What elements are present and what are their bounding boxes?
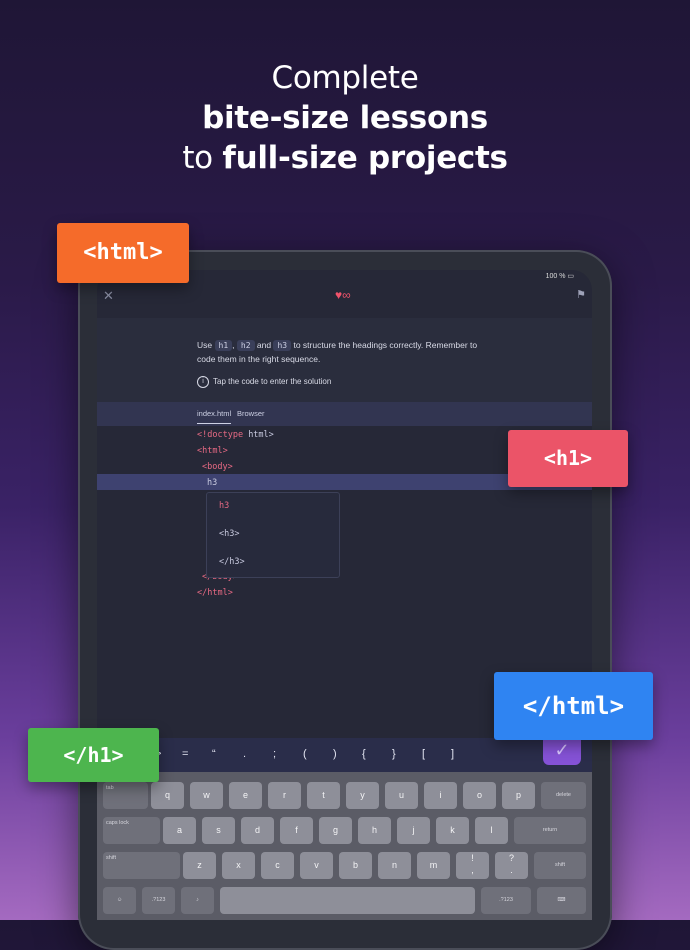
symbol-key[interactable]: . — [243, 748, 246, 760]
symbol-key[interactable]: = — [182, 748, 188, 760]
key[interactable]: t — [307, 782, 340, 809]
emoji-icon: ☺ — [116, 897, 123, 903]
symbol-key[interactable]: “ — [212, 748, 216, 760]
sticker-html-open: <html> — [57, 223, 189, 283]
key[interactable]: s — [202, 817, 235, 844]
key-tab[interactable]: tab — [103, 782, 148, 809]
key[interactable]: i — [424, 782, 457, 809]
suggestion-item[interactable]: </h3> — [219, 557, 245, 567]
key[interactable]: j — [397, 817, 430, 844]
sticker-h1-close: </h1> — [28, 728, 159, 782]
key-space[interactable] — [220, 887, 475, 914]
chip-h2: h2 — [236, 340, 255, 351]
autocomplete-popup: h3 <h3> </h3> — [206, 492, 340, 578]
tab-browser[interactable]: Browser — [237, 409, 265, 418]
hero-line-2: bite-size lessons — [202, 100, 488, 136]
key[interactable]: c — [261, 852, 294, 879]
heart-infinity-icon: ♥∞ — [335, 288, 351, 302]
key-emoji[interactable]: ☺ — [103, 887, 136, 914]
key[interactable]: n — [378, 852, 411, 879]
key[interactable]: m — [417, 852, 450, 879]
tip-text: i Tap the code to enter the solution — [197, 376, 331, 388]
key[interactable]: o — [463, 782, 496, 809]
key[interactable]: a — [163, 817, 196, 844]
code-line-active[interactable]: h3 — [207, 478, 217, 488]
key-numbers[interactable]: .?123 — [142, 887, 175, 914]
key[interactable]: y — [346, 782, 379, 809]
symbol-key[interactable]: ] — [451, 748, 454, 760]
lesson-top-bar: ✕ ♥∞ ⚑ — [97, 282, 592, 318]
key-dictation[interactable]: ♪ — [181, 887, 214, 914]
hero-heading: Complete bite-size lessons to full-size … — [0, 58, 690, 178]
key[interactable]: !, — [456, 852, 489, 879]
key[interactable]: g — [319, 817, 352, 844]
key-shift-right[interactable]: shift — [534, 852, 586, 879]
code-line: <!doctype html> — [197, 430, 274, 440]
key[interactable]: v — [300, 852, 333, 879]
code-line: <html> — [197, 446, 228, 456]
close-icon[interactable]: ✕ — [103, 288, 114, 304]
microphone-icon: ♪ — [196, 897, 199, 903]
task-panel: Use h1, h2 and h3 to structure the headi… — [97, 318, 592, 402]
key[interactable]: h — [358, 817, 391, 844]
key[interactable]: ?. — [495, 852, 528, 879]
key[interactable]: r — [268, 782, 301, 809]
symbol-key[interactable]: ; — [273, 748, 276, 760]
key[interactable]: e — [229, 782, 262, 809]
editor-tabs: index.html Browser — [97, 402, 592, 426]
key[interactable]: b — [339, 852, 372, 879]
code-line: </html> — [197, 588, 233, 598]
key-caps-lock[interactable]: caps lock — [103, 817, 160, 844]
suggestion-item[interactable]: h3 — [219, 501, 229, 511]
key-hide-keyboard[interactable]: ⌨ — [537, 887, 586, 914]
hero-line-3: to full-size projects — [182, 140, 508, 176]
symbol-bar: / < > = “ . ; ( ) { } [ ] — [97, 738, 592, 772]
key[interactable]: x — [222, 852, 255, 879]
chip-h3: h3 — [273, 340, 292, 351]
app-screen: 100 % ▭ ✕ ♥∞ ⚑ Use h1, h2 and h3 to stru… — [97, 270, 592, 920]
hero-line-1: Complete — [271, 60, 419, 96]
key[interactable]: f — [280, 817, 313, 844]
key[interactable]: d — [241, 817, 274, 844]
sticker-html-close: </html> — [494, 672, 653, 740]
key[interactable]: w — [190, 782, 223, 809]
chip-h1: h1 — [214, 340, 233, 351]
suggestion-item[interactable]: <h3> — [219, 529, 239, 539]
symbol-key[interactable]: { — [362, 748, 366, 760]
key-return[interactable]: return — [514, 817, 586, 844]
key[interactable]: k — [436, 817, 469, 844]
sticker-h1-open: <h1> — [508, 430, 628, 487]
key-delete[interactable]: delete — [541, 782, 586, 809]
tab-index-html[interactable]: index.html — [197, 409, 232, 424]
key-shift-left[interactable]: shift — [103, 852, 180, 879]
symbol-key[interactable]: ) — [333, 748, 337, 760]
code-line: <body> — [202, 462, 233, 472]
key[interactable]: l — [475, 817, 508, 844]
key[interactable]: u — [385, 782, 418, 809]
key[interactable]: z — [183, 852, 216, 879]
task-instructions: Use h1, h2 and h3 to structure the headi… — [197, 340, 478, 364]
keyboard-icon: ⌨ — [557, 897, 566, 903]
key[interactable]: q — [151, 782, 184, 809]
key[interactable]: p — [502, 782, 535, 809]
keyboard: tab q w e r t y u i o p delete caps lock… — [97, 772, 592, 920]
flag-icon[interactable]: ⚑ — [576, 288, 586, 301]
info-icon: i — [197, 376, 209, 388]
symbol-key[interactable]: [ — [422, 748, 425, 760]
key-numbers-right[interactable]: .?123 — [481, 887, 531, 914]
check-icon: ✓ — [554, 740, 570, 760]
status-bar: 100 % ▭ — [545, 273, 574, 280]
symbol-key[interactable]: } — [392, 748, 396, 760]
symbol-key[interactable]: ( — [303, 748, 307, 760]
